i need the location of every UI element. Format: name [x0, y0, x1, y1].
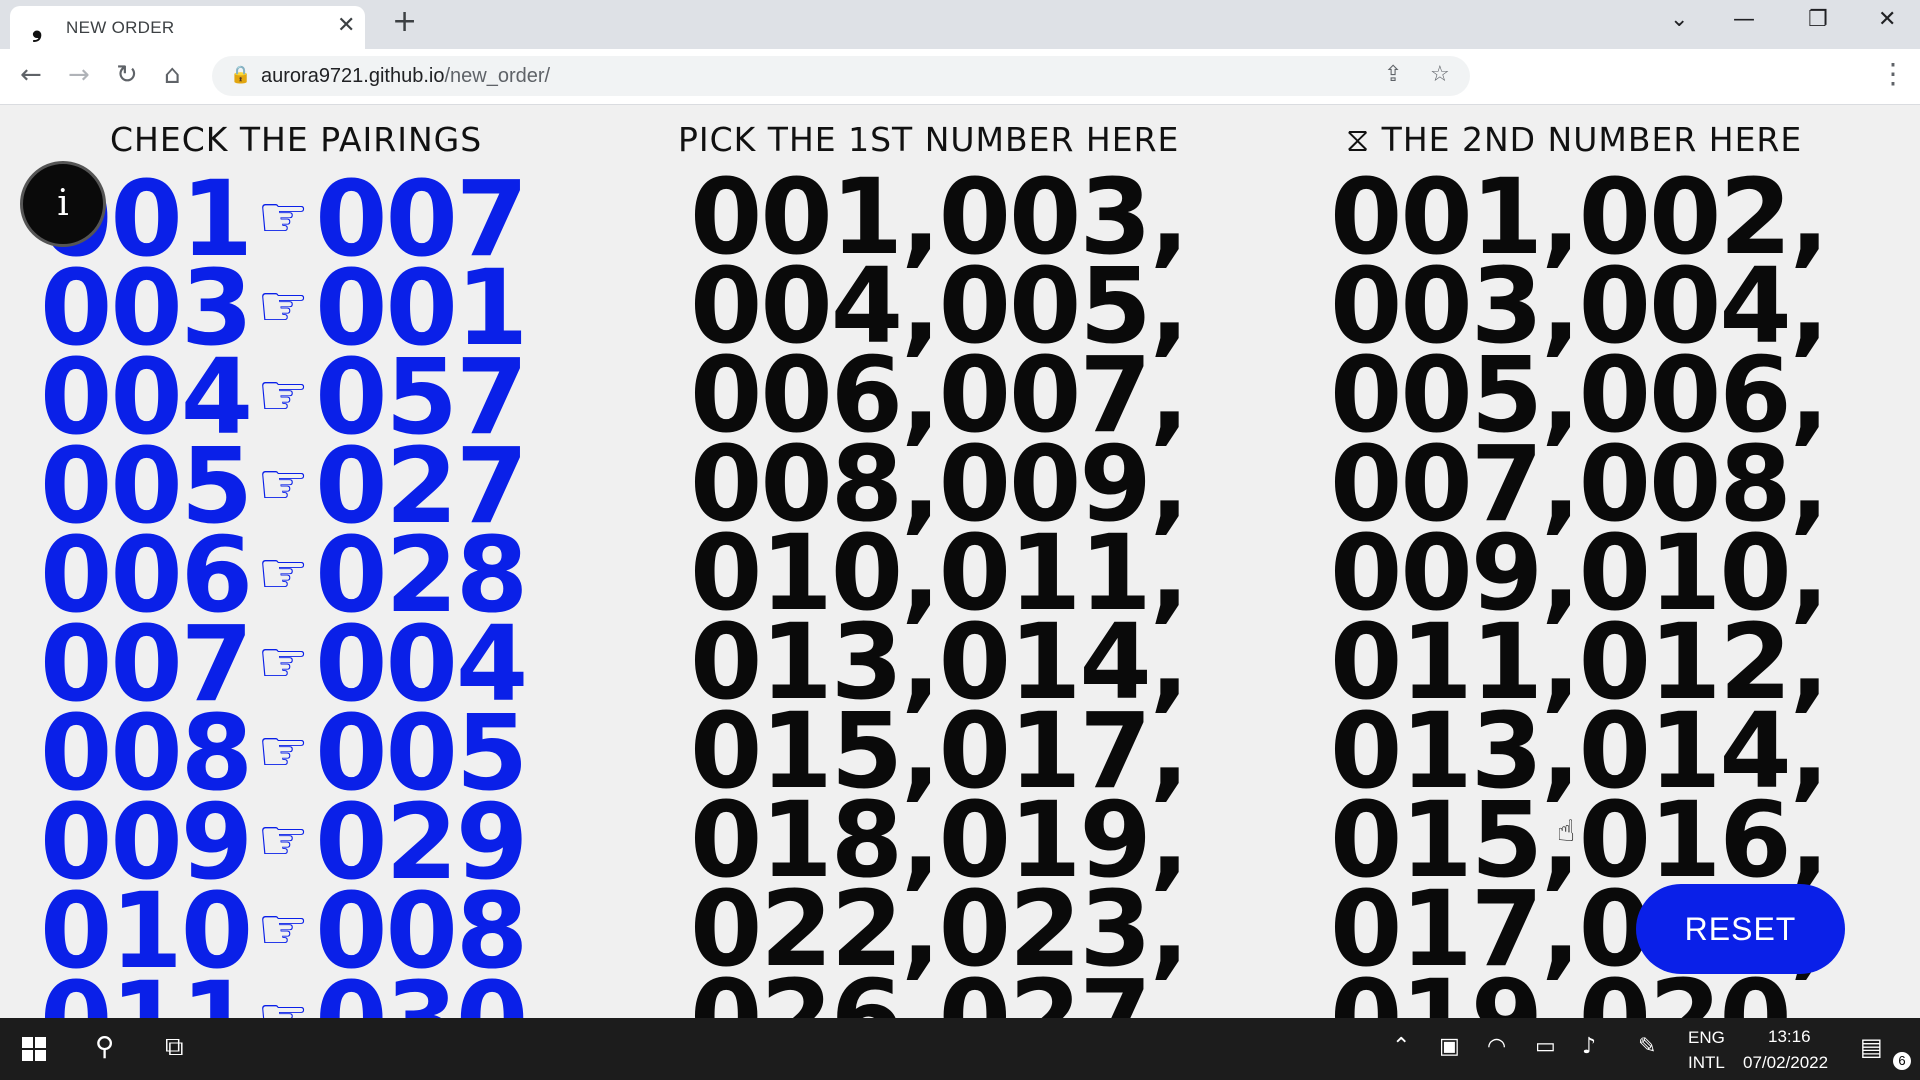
restore-window-icon[interactable]: ❐ [1808, 6, 1828, 34]
volume-icon[interactable]: ♪ [1582, 1032, 1596, 1062]
pointing-hand-icon: ☞ [257, 717, 310, 785]
notification-count-badge: 6 [1893, 1052, 1911, 1070]
info-button[interactable]: i [20, 161, 106, 247]
pointing-hand-icon: ☞ [257, 361, 310, 429]
url-path: /new_order/ [444, 65, 551, 87]
pointing-hand-icon: ☞ [257, 539, 310, 607]
pointing-hand-icon: ☞ [257, 272, 310, 340]
meet-now-icon[interactable]: ▣ [1439, 1032, 1460, 1062]
first-number-heading: PICK THE 1ST NUMBER HERE [678, 120, 1180, 159]
new-tab-icon[interactable]: + [392, 7, 417, 37]
url-text[interactable]: aurora9721.github.io/new_order/ [261, 65, 550, 88]
search-icon[interactable]: ⚲ [95, 1032, 114, 1062]
tab-close-icon[interactable]: ✕ [337, 13, 355, 38]
pointing-hand-icon: ☞ [257, 984, 310, 1018]
back-arrow-icon[interactable]: ← [20, 58, 42, 92]
clock-time[interactable]: 13:16 [1768, 1027, 1811, 1047]
site-favicon-icon: ❟ [32, 13, 43, 43]
url-host: aurora9721.github.io [261, 65, 445, 87]
hand-cursor-icon: ☝ [1557, 814, 1576, 849]
tab-title: NEW ORDER [66, 18, 175, 37]
pairing-to: 030 [315, 959, 528, 1018]
show-hidden-icons-chevron-icon[interactable]: ⌃ [1392, 1032, 1410, 1062]
pointing-hand-icon: ☞ [257, 628, 310, 696]
minimize-window-icon[interactable]: — [1733, 6, 1755, 34]
browser-tab-strip: ❟ NEW ORDER ✕ + ⌄ — ❐ ✕ [0, 0, 1920, 49]
share-icon[interactable]: ⇪ [1384, 62, 1402, 87]
address-bar[interactable]: 🔒 aurora9721.github.io/new_order/ ⇪ ☆ [212, 56, 1470, 96]
pointing-hand-icon: ☞ [257, 450, 310, 518]
lock-icon[interactable]: 🔒 [230, 65, 251, 85]
web-page: CHECK THE PAIRINGS PICK THE 1ST NUMBER H… [0, 105, 1920, 1018]
windows-taskbar: ⚲ ⧉ ⌃ ▣ ◠ ▭ ♪ ✎ ENG INTL 13:16 07/02/202… [0, 1018, 1920, 1080]
second-number-pair[interactable]: 019,020, [1330, 966, 1829, 1018]
second-number-heading: ⧖ THE 2ND NUMBER HERE [1346, 120, 1803, 159]
bookmark-star-icon[interactable]: ☆ [1430, 62, 1450, 87]
home-icon[interactable]: ⌂ [164, 58, 181, 92]
first-number-pair[interactable]: 026,027, [690, 966, 1189, 1018]
reload-icon[interactable]: ↻ [116, 58, 138, 92]
pairings-heading: CHECK THE PAIRINGS [110, 120, 483, 159]
clock-date[interactable]: 07/02/2022 [1743, 1053, 1828, 1073]
battery-icon[interactable]: ▭ [1535, 1032, 1556, 1062]
pen-ink-icon[interactable]: ✎ [1638, 1032, 1656, 1062]
forward-arrow-icon[interactable]: → [68, 58, 90, 92]
first-number-list: 001,003, 004,005, 006,007, 008,009, 010,… [690, 165, 1189, 1018]
browser-menu-icon[interactable]: ⋮ [1879, 57, 1907, 91]
browser-tab[interactable]: ❟ NEW ORDER ✕ [10, 6, 365, 49]
input-language-top[interactable]: ENG [1688, 1028, 1725, 1048]
reset-button[interactable]: RESET [1636, 884, 1845, 974]
browser-toolbar: ← → ↻ ⌂ 🔒 aurora9721.github.io/new_order… [0, 49, 1920, 105]
notification-center-icon[interactable]: ▤ [1860, 1032, 1883, 1062]
tab-search-chevron-icon[interactable]: ⌄ [1670, 6, 1688, 34]
pairings-list: 001 ☞007 003 ☞001 004 ☞057 005 ☞027 006 ☞028 … [40, 167, 528, 1018]
windows-start-icon[interactable] [22, 1037, 46, 1061]
wifi-icon[interactable]: ◠ [1487, 1032, 1506, 1062]
pointing-hand-icon: ☞ [257, 895, 310, 963]
pairing-from: 011 [40, 959, 253, 1018]
close-window-icon[interactable]: ✕ [1878, 6, 1896, 34]
pointing-hand-icon: ☞ [257, 183, 310, 251]
input-language-bottom[interactable]: INTL [1688, 1053, 1725, 1073]
task-view-icon[interactable]: ⧉ [165, 1032, 184, 1062]
pairing-row: 011☞030 [40, 968, 528, 1018]
pointing-hand-icon: ☞ [257, 806, 310, 874]
